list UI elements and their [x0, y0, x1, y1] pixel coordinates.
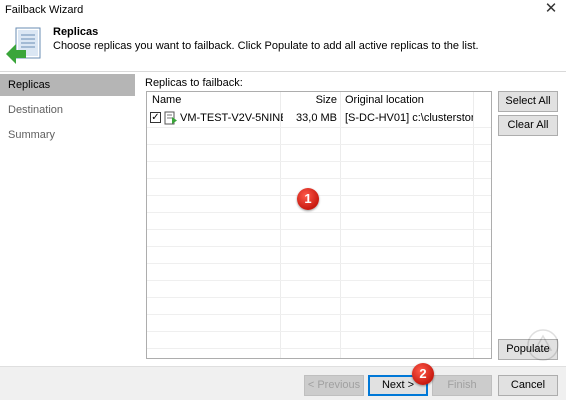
wizard-steps-nav: Replicas Destination Summary: [0, 72, 140, 366]
nav-item-summary[interactable]: Summary: [0, 124, 135, 146]
column-divider: [340, 92, 341, 358]
replicas-list[interactable]: Name Size Original location ✓ VM-TEST-V2…: [146, 91, 492, 359]
wizard-back-arrow-icon: [6, 27, 41, 64]
row-gridline: [147, 144, 491, 145]
row-gridline: [147, 161, 491, 162]
annotation-marker-1: 1: [297, 188, 319, 210]
replica-size: 33,0 MB: [296, 112, 337, 124]
wizard-footer: < Previous Next > Finish Cancel 2: [0, 363, 566, 400]
column-header-size[interactable]: Size: [285, 92, 337, 109]
row-gridline: [147, 297, 491, 298]
row-gridline: [147, 331, 491, 332]
row-gridline: [147, 348, 491, 349]
row-gridline: [147, 263, 491, 264]
page-subtitle: Choose replicas you want to failback. Cl…: [53, 40, 479, 52]
row-gridline: [147, 229, 491, 230]
row-gridline: [147, 178, 491, 179]
page-title: Replicas: [53, 26, 99, 38]
nav-item-label: Replicas: [8, 79, 51, 91]
cancel-button[interactable]: Cancel: [498, 375, 558, 396]
nav-item-label: Destination: [8, 104, 64, 116]
window-title: Failback Wizard: [5, 4, 84, 16]
row-gridline: [147, 314, 491, 315]
vm-replica-icon: [164, 111, 177, 125]
row-gridline: [147, 195, 491, 196]
row-gridline: [147, 127, 491, 128]
replica-location: [S-DC-HV01] c:\clusterstorag...: [345, 112, 473, 124]
column-divider: [280, 92, 281, 358]
row-gridline: [147, 212, 491, 213]
wizard-header: Replicas Choose replicas you want to fai…: [0, 20, 566, 70]
clear-all-button[interactable]: Clear All: [498, 115, 558, 136]
title-bar: Failback Wizard ✕: [0, 0, 566, 20]
nav-item-replicas[interactable]: Replicas: [0, 74, 135, 96]
nav-item-label: Summary: [8, 129, 56, 141]
watermark-logo: [527, 329, 559, 361]
column-header-name[interactable]: Name: [152, 92, 181, 109]
main-content: Replicas to failback: Name Size Original…: [140, 72, 566, 366]
close-icon[interactable]: ✕: [544, 1, 558, 17]
select-all-button[interactable]: Select All: [498, 91, 558, 112]
previous-button[interactable]: < Previous: [304, 375, 364, 396]
table-row[interactable]: ✓ VM-TEST-V2V-5NINE_r... 33,0 MB [S-DC-H…: [147, 110, 491, 127]
replica-name: VM-TEST-V2V-5NINE_r...: [180, 112, 283, 124]
row-gridline: [147, 246, 491, 247]
row-gridline: [147, 280, 491, 281]
finish-button[interactable]: Finish: [432, 375, 492, 396]
row-checkbox[interactable]: ✓: [150, 112, 161, 123]
nav-item-destination[interactable]: Destination: [0, 99, 135, 121]
column-divider: [473, 92, 474, 358]
column-header-location[interactable]: Original location: [345, 92, 424, 109]
replicas-group-label: Replicas to failback:: [145, 77, 243, 89]
annotation-marker-2: 2: [412, 363, 434, 385]
